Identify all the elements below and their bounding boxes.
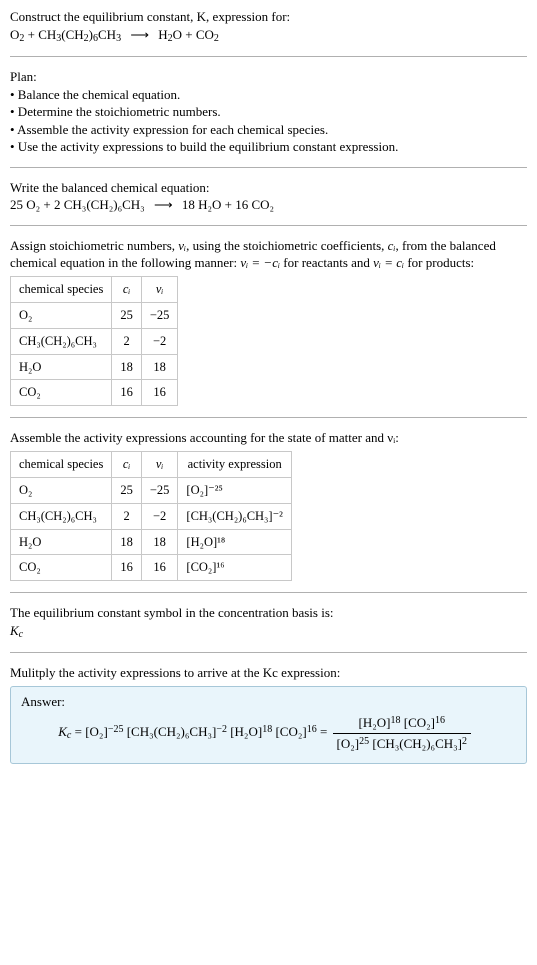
table-header: chemical species [11,451,112,477]
activity-table: chemical species cᵢ νᵢ activity expressi… [10,451,292,581]
plan-bullet: • Balance the chemical equation. [10,86,527,104]
cell-nui: −25 [141,477,178,503]
stoich-paragraph: Assign stoichiometric numbers, νᵢ, using… [10,237,527,272]
divider [10,417,527,418]
cell-species: CH₃(CH₂)₆CH₃ [11,503,112,529]
cell-nui: 16 [141,555,178,581]
prompt-reaction: O2 + CH3(CH2)6CH3 ⟶ H2O + CO2 [10,27,219,42]
cell-species: CH₃(CH₂)₆CH₃ [11,328,112,354]
cell-nui: −2 [141,503,178,529]
cell-nui: 18 [141,354,178,380]
cell-activity: [H₂O]¹⁸ [178,529,292,555]
cell-ci: 2 [112,503,142,529]
table-header: νᵢ [141,451,178,477]
fraction-denominator: [O₂]25 [CH₃(CH₂)₆CH₃]2 [333,734,471,753]
cell-ci: 18 [112,354,142,380]
activity-heading: Assemble the activity expressions accoun… [10,429,527,447]
table-header: cᵢ [112,276,142,302]
table-row: H₂O 18 18 [H₂O]¹⁸ [11,529,292,555]
cell-nui: −2 [141,328,178,354]
table-row: H₂O 18 18 [11,354,178,380]
cell-species: H₂O [11,354,112,380]
divider [10,592,527,593]
answer-box: Answer: Kc = [O₂]−25 [CH₃(CH₂)₆CH₃]−2 [H… [10,686,527,764]
plan-bullet: • Use the activity expressions to build … [10,138,527,156]
cell-ci: 16 [112,380,142,406]
balanced-block: Write the balanced chemical equation: 25… [10,179,527,214]
table-row: CH₃(CH₂)₆CH₃ 2 −2 [CH₃(CH₂)₆CH₃]⁻² [11,503,292,529]
table-row: CO₂ 16 16 [CO₂]¹⁶ [11,555,292,581]
plan-block: Plan: • Balance the chemical equation. •… [10,68,527,156]
reaction-arrow: ⟶ [124,27,155,42]
table-row: O₂ 25 −25 [O₂]⁻²⁵ [11,477,292,503]
fraction: [H₂O]18 [CO₂]16 [O₂]25 [CH₃(CH₂)₆CH₃]2 [333,714,471,752]
table-row: CH₃(CH₂)₆CH₃ 2 −2 [11,328,178,354]
table-header: cᵢ [112,451,142,477]
cell-species: H₂O [11,529,112,555]
cell-nui: 18 [141,529,178,555]
cell-nui: 16 [141,380,178,406]
table-header: activity expression [178,451,292,477]
cell-species: CO₂ [11,555,112,581]
cell-ci: 16 [112,555,142,581]
cell-species: O₂ [11,302,112,328]
cell-activity: [CO₂]¹⁶ [178,555,292,581]
cell-ci: 25 [112,477,142,503]
table-header-row: chemical species cᵢ νᵢ activity expressi… [11,451,292,477]
table-row: CO₂ 16 16 [11,380,178,406]
divider [10,652,527,653]
divider [10,225,527,226]
divider [10,167,527,168]
prompt-title: Construct the equilibrium constant, K, e… [10,9,290,24]
table-header: chemical species [11,276,112,302]
cell-activity: [CH₃(CH₂)₆CH₃]⁻² [178,503,292,529]
balanced-equation: 25 O₂ + 2 CH₃(CH₂)₆CH₃ ⟶ 18 H₂O + 16 CO₂ [10,196,527,214]
fraction-numerator: [H₂O]18 [CO₂]16 [333,714,471,734]
plan-heading: Plan: [10,68,527,86]
balanced-heading: Write the balanced chemical equation: [10,179,527,197]
cell-ci: 2 [112,328,142,354]
prompt: Construct the equilibrium constant, K, e… [10,8,527,45]
cell-ci: 25 [112,302,142,328]
table-header-row: chemical species cᵢ νᵢ [11,276,178,302]
plan-bullet: • Assemble the activity expression for e… [10,121,527,139]
answer-label: Answer: [21,693,516,711]
kc-symbol: Kc [10,622,527,642]
divider [10,56,527,57]
cell-activity: [O₂]⁻²⁵ [178,477,292,503]
multiply-line: Mulitply the activity expressions to arr… [10,664,527,682]
table-header: νᵢ [141,276,178,302]
cell-species: CO₂ [11,380,112,406]
plan-bullet: • Determine the stoichiometric numbers. [10,103,527,121]
stoichiometric-table: chemical species cᵢ νᵢ O₂ 25 −25 CH₃(CH₂… [10,276,178,406]
cell-ci: 18 [112,529,142,555]
cell-species: O₂ [11,477,112,503]
kc-symbol-block: The equilibrium constant symbol in the c… [10,604,527,641]
cell-nui: −25 [141,302,178,328]
answer-expression: Kc = [O₂]−25 [CH₃(CH₂)₆CH₃]−2 [H₂O]18 [C… [21,714,516,752]
table-row: O₂ 25 −25 [11,302,178,328]
kc-intro-line: The equilibrium constant symbol in the c… [10,604,527,622]
